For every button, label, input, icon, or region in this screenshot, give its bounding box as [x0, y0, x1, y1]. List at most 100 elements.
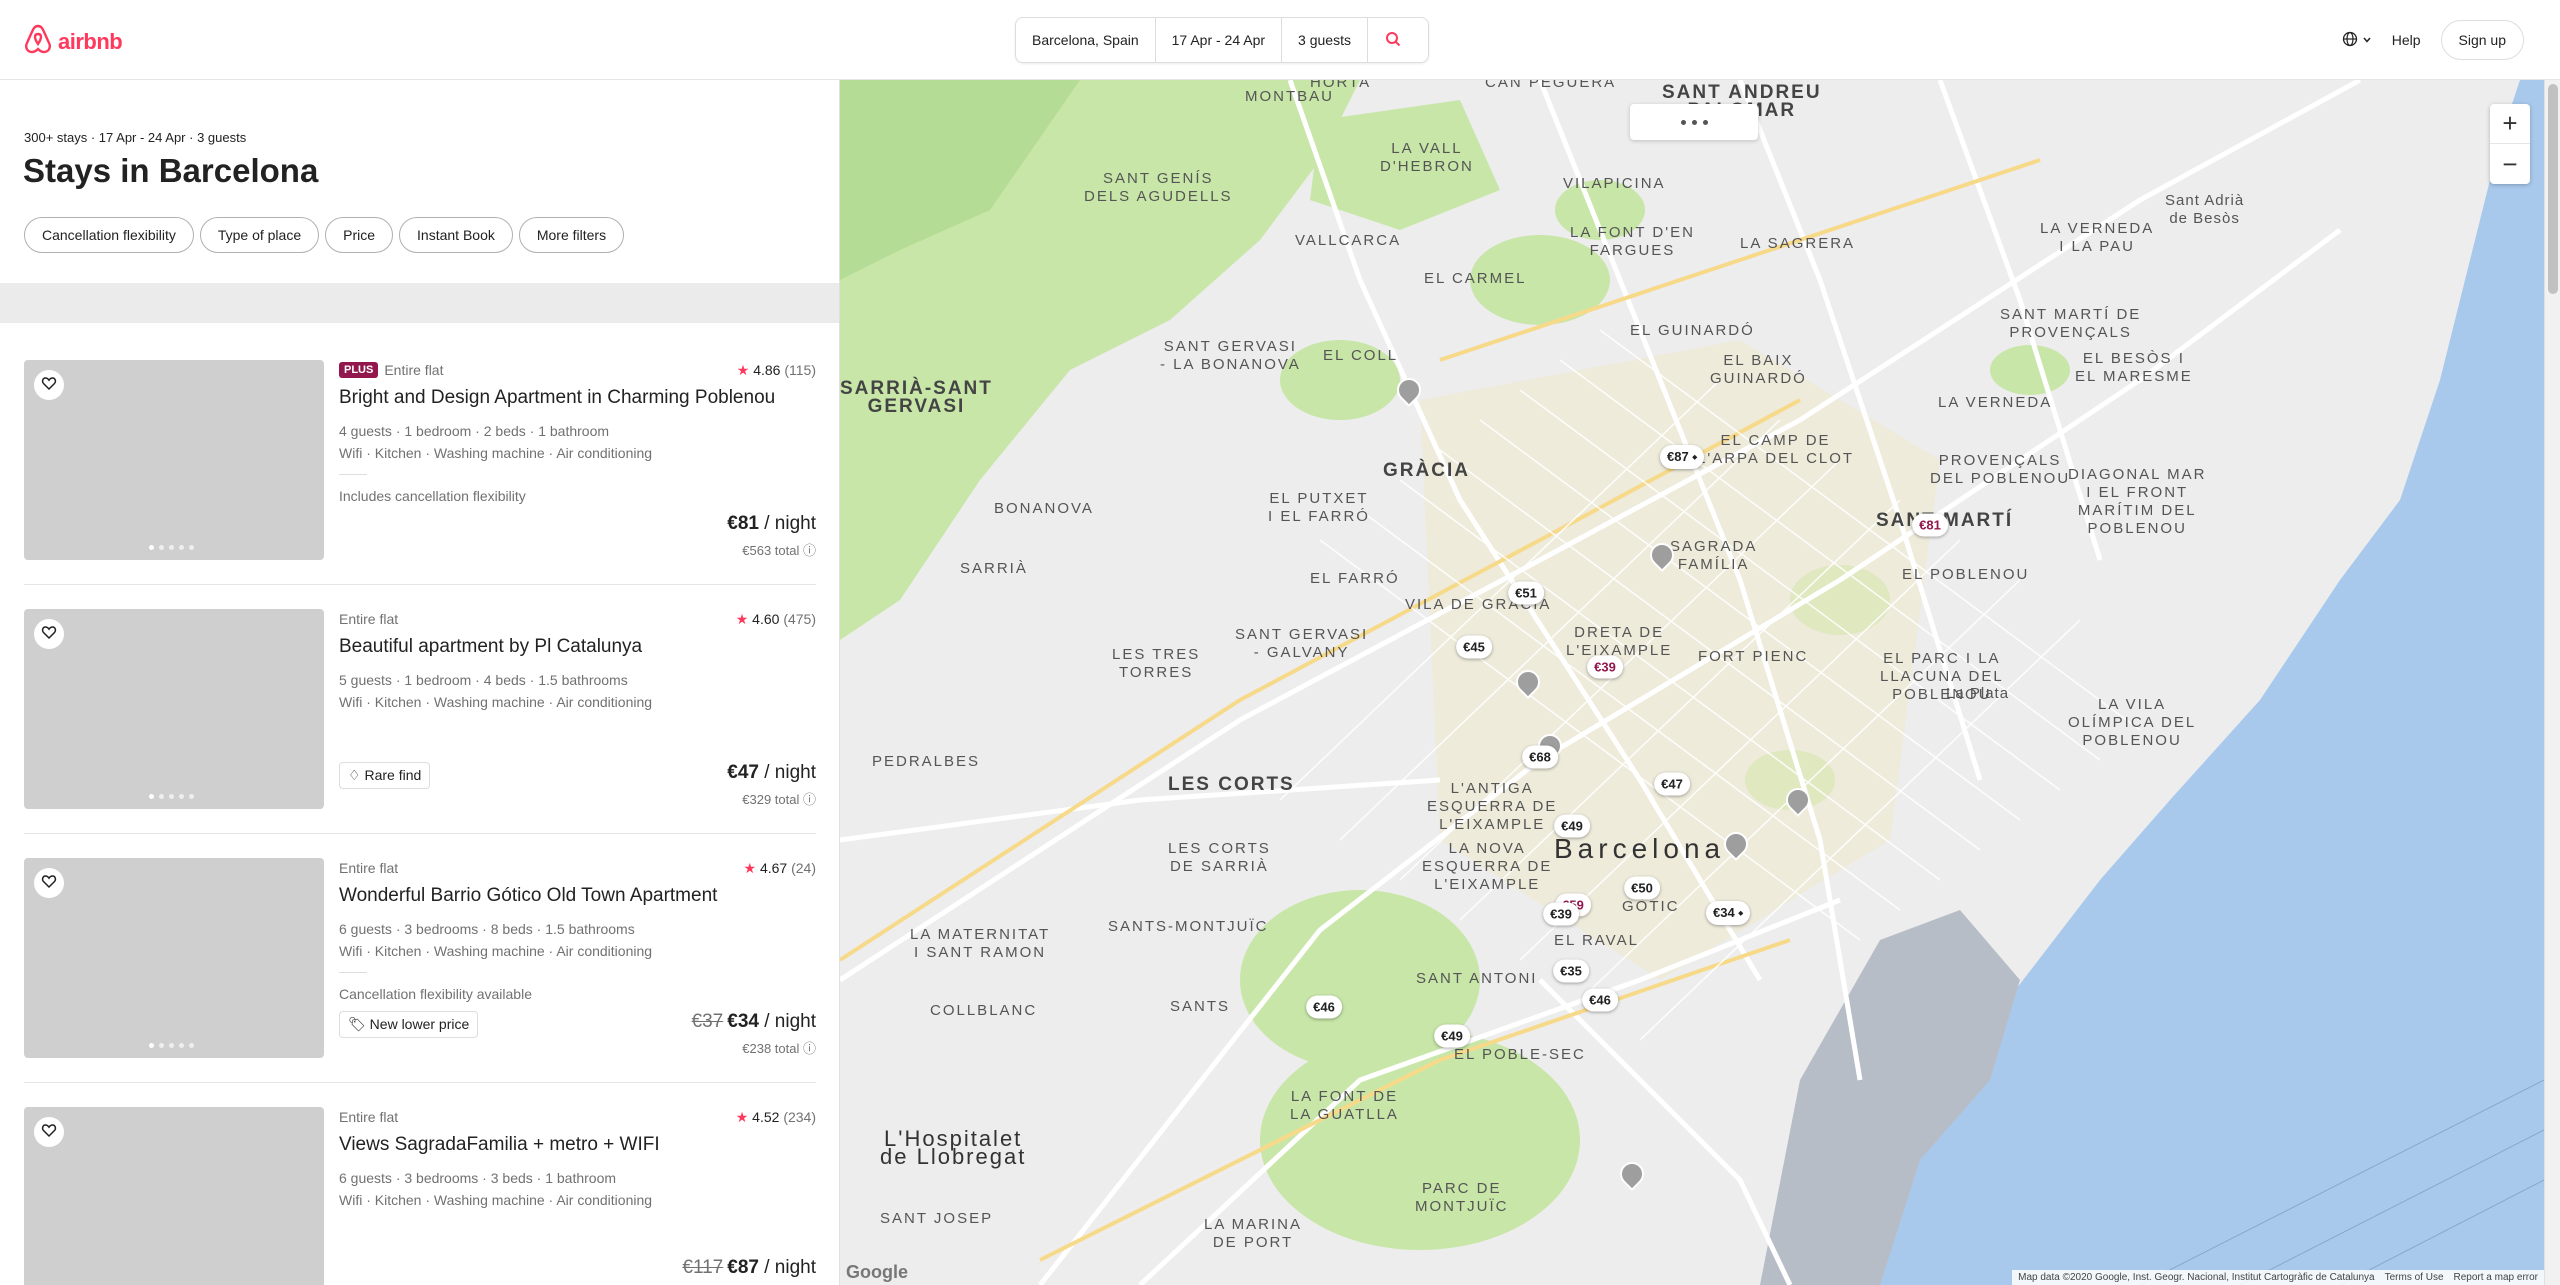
save-heart-button[interactable]: [34, 370, 64, 400]
price-value: €81: [727, 513, 759, 534]
listing-photo[interactable]: [24, 609, 324, 809]
airbnb-logo[interactable]: airbnb: [24, 24, 123, 59]
map-label: DRETA DE L'EIXAMPLE: [1566, 624, 1673, 659]
guests-field[interactable]: 3 guests: [1282, 18, 1368, 62]
zoom-out-button[interactable]: −: [2490, 144, 2530, 184]
dates-field[interactable]: 17 Apr - 24 Apr: [1156, 18, 1283, 62]
map-price-pin[interactable]: €45: [1456, 635, 1492, 659]
star-icon: ★: [735, 1109, 749, 1125]
filter-cancellation-flexibility[interactable]: Cancellation flexibility: [24, 217, 194, 253]
rating-value: 4.67: [759, 860, 788, 876]
zoom-in-button[interactable]: +: [2490, 104, 2530, 144]
map-price-pin[interactable]: €46: [1582, 988, 1618, 1012]
listing-note: Cancellation flexibility available: [339, 986, 532, 1002]
listing-name[interactable]: Beautiful apartment by Pl Catalunya: [339, 636, 642, 658]
listing-photo[interactable]: [24, 858, 324, 1058]
map-label: SANT GERVASI - LA BONANOVA: [1160, 338, 1301, 373]
map-label: LA MATERNITAT I SANT RAMON: [910, 926, 1051, 961]
photo-carousel-dots[interactable]: [149, 1043, 194, 1048]
scrollbar-thumb[interactable]: [2548, 84, 2558, 294]
save-heart-button[interactable]: [34, 1117, 64, 1147]
price-value: €87: [727, 1257, 759, 1278]
map-canvas[interactable]: [840, 80, 2544, 1285]
info-icon[interactable]: ⓘ: [803, 1041, 816, 1056]
map-label: LA VERNEDA I LA PAU: [2040, 220, 2155, 255]
map-label: EL PUTXET I EL FARRÓ: [1268, 490, 1370, 525]
map-price-pin[interactable]: €46: [1306, 995, 1342, 1019]
map-attribution: Map data ©2020 Google, Inst. Geogr. Naci…: [2012, 1270, 2544, 1285]
map-label: EL CARMEL: [1424, 270, 1527, 287]
listing-photo[interactable]: [24, 360, 324, 560]
listing-note: Includes cancellation flexibility: [339, 488, 526, 504]
photo-carousel-dots[interactable]: [149, 794, 194, 799]
map-label: PARC DE MONTJUÏC: [1415, 1180, 1509, 1215]
map-label: L'Hospitalet de Llobregat: [880, 1126, 1027, 1169]
map-price-pin[interactable]: €68: [1522, 745, 1558, 769]
listing-photo[interactable]: [24, 1107, 324, 1285]
map-price-pin[interactable]: €50: [1624, 876, 1660, 900]
map-loading-indicator: [1630, 104, 1758, 140]
google-logo: Google: [846, 1262, 908, 1282]
map-label: EL FARRÓ: [1310, 570, 1400, 587]
map-price-pin[interactable]: €87 ⬩: [1659, 445, 1705, 469]
map-label: LA SAGRERA: [1740, 235, 1856, 252]
map-price-pin[interactable]: €51: [1508, 581, 1544, 605]
filter-instant-book[interactable]: Instant Book: [399, 217, 513, 253]
listing-info: Entire flat ★ 4.52 (234) Views SagradaFa…: [339, 1107, 816, 1285]
listing-card[interactable]: Entire flat ★ 4.52 (234) Views SagradaFa…: [24, 1107, 816, 1285]
search-button[interactable]: [1368, 18, 1418, 62]
listing-name[interactable]: Wonderful Barrio Gótico Old Town Apartme…: [339, 885, 717, 907]
listing-details: 5 guests · 1 bedroom · 4 beds · 1.5 bath…: [339, 672, 628, 688]
info-icon[interactable]: ⓘ: [803, 792, 816, 807]
filter-more-filters[interactable]: More filters: [518, 217, 625, 253]
map-label: LA VILA OLÍMPICA DEL POBLENOU: [2068, 696, 2197, 749]
review-count: (115): [784, 362, 816, 378]
photo-carousel-dots[interactable]: [149, 545, 194, 550]
location-field[interactable]: Barcelona, Spain: [1016, 18, 1156, 62]
rating-value: 4.86: [753, 362, 781, 378]
language-button[interactable]: [2342, 31, 2372, 50]
map-label: SARRIÀ: [960, 560, 1028, 577]
map-price-pin[interactable]: €47: [1654, 772, 1690, 796]
listing-amenities: Wifi · Kitchen · Washing machine · Air c…: [339, 694, 653, 710]
sign-up-button[interactable]: Sign up: [2440, 20, 2524, 60]
page-scrollbar[interactable]: [2544, 80, 2560, 1285]
info-icon[interactable]: ⓘ: [803, 543, 816, 558]
heart-icon: [41, 873, 57, 894]
listing-price: €81 / night: [727, 513, 816, 535]
per-night: / night: [758, 513, 816, 534]
filter-price[interactable]: Price: [325, 217, 394, 253]
price-value: €34: [727, 1011, 759, 1032]
tag-icon: ⬩: [1738, 905, 1744, 920]
map-label: LES CORTS DE SARRIÀ: [1168, 840, 1271, 875]
listing-details: 4 guests · 1 bedroom · 2 beds · 1 bathro…: [339, 423, 610, 439]
terms-link[interactable]: Terms of Use: [2385, 1272, 2444, 1283]
listing-card[interactable]: Entire flat ★ 4.67 (24) Wonderful Barrio…: [24, 858, 816, 1058]
report-map-error-link[interactable]: Report a map error: [2454, 1272, 2538, 1283]
map-price-pin[interactable]: €39: [1543, 902, 1579, 926]
filter-bar: Cancellation flexibility Type of place P…: [24, 217, 625, 253]
listing-card[interactable]: Entire flat ★ 4.60 (475) Beautiful apart…: [24, 609, 816, 809]
review-count: (24): [791, 860, 816, 876]
help-link[interactable]: Help: [2392, 32, 2421, 48]
listing-type: Entire flat: [339, 1109, 399, 1125]
listing-name[interactable]: Views SagradaFamilia + metro + WIFI: [339, 1134, 660, 1156]
filter-type-of-place[interactable]: Type of place: [199, 217, 320, 253]
map-price-pin[interactable]: €34 ⬩: [1705, 901, 1751, 925]
per-night: / night: [758, 762, 816, 783]
map-price-pin[interactable]: €81: [1912, 513, 1948, 537]
map-panel[interactable]: HORTA CAN PEGUERA SANT ANDREU PALOMAR MO…: [840, 80, 2544, 1285]
map-price-pin[interactable]: €35: [1553, 959, 1589, 983]
listing-info: Entire flat ★ 4.60 (475) Beautiful apart…: [339, 609, 816, 809]
listing-name[interactable]: Bright and Design Apartment in Charming …: [339, 387, 775, 409]
map-price-pin[interactable]: €39: [1587, 655, 1623, 679]
save-heart-button[interactable]: [34, 619, 64, 649]
map-price-pin[interactable]: €49: [1554, 814, 1590, 838]
tag-icon: 🏷: [348, 1016, 366, 1032]
map-label: BONANOVA: [994, 500, 1094, 517]
chevron-down-icon: [2362, 32, 2372, 48]
review-count: (234): [783, 1109, 816, 1125]
save-heart-button[interactable]: [34, 868, 64, 898]
listing-card[interactable]: PLUS Entire flat ★ 4.86 (115) Bright and…: [24, 360, 816, 560]
map-price-pin[interactable]: €49: [1434, 1024, 1470, 1048]
